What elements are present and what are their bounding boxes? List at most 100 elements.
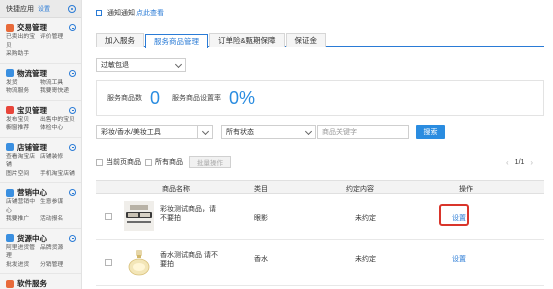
- sidebar-link[interactable]: 物流服务: [6, 87, 40, 96]
- sidebar-group-label: 营销中心: [17, 188, 47, 197]
- column-header-name: 商品名称: [162, 186, 190, 193]
- chevron-down-icon: [174, 60, 183, 69]
- settings-icon[interactable]: [68, 5, 76, 13]
- product-name[interactable]: 彩妆测试商品，请不要拍: [160, 205, 220, 223]
- sidebar-link[interactable]: 体检中心: [40, 124, 76, 133]
- sidebar-group-label: 软件服务: [17, 279, 47, 288]
- notice-link[interactable]: 点此查看: [136, 8, 164, 18]
- sidebar-link[interactable]: 我要推广: [6, 215, 40, 224]
- service-count-value: 0: [150, 87, 161, 108]
- sidebar-group-software: 软件服务: [0, 274, 81, 289]
- sidebar: 快捷应用 设置 交易管理 已卖出的宝贝 评价管理 采购助手 物流管理 发货 物流…: [0, 0, 82, 289]
- chevron-down-icon: [201, 127, 210, 136]
- sidebar-group-items: 宝贝管理 发布宝贝 出售中的宝贝 橱窗推荐 体检中心: [0, 101, 81, 138]
- sidebar-group-trade: 交易管理 已卖出的宝贝 评价管理 采购助手: [0, 18, 81, 64]
- sidebar-group-label: 交易管理: [17, 23, 47, 32]
- sidebar-link[interactable]: 橱窗推荐: [6, 124, 40, 133]
- tab-deposit[interactable]: 保证金: [285, 33, 327, 47]
- sidebar-header: 快捷应用 设置: [0, 0, 81, 18]
- sidebar-link[interactable]: 图片空间: [6, 170, 40, 179]
- sidebar-link[interactable]: 已卖出的宝贝: [6, 33, 40, 50]
- expand-icon[interactable]: [69, 106, 76, 114]
- tab-order-insurance[interactable]: 订单险&甄期保障: [209, 33, 285, 47]
- chevron-left-icon[interactable]: ‹: [506, 158, 509, 167]
- tab-service-goods[interactable]: 服务商品管理: [145, 34, 208, 48]
- page-indicator: 1/1: [514, 159, 525, 166]
- sidebar-link[interactable]: 查看淘宝店铺: [6, 153, 40, 170]
- table-row: 彩妆测试商品，请不要拍 眼影 未约定 设置: [96, 194, 544, 240]
- sidebar-group-marketing: 营销中心 店铺营销中心 生意参谋 我要推广 活动报名: [0, 183, 81, 229]
- sidebar-link[interactable]: 分销管理: [40, 261, 76, 270]
- all-goods-label: 所有商品: [155, 159, 183, 166]
- expand-icon[interactable]: [69, 234, 76, 242]
- category-select[interactable]: 彩妆/香水/美妆工具: [96, 125, 213, 139]
- sidebar-link[interactable]: 评价管理: [40, 33, 76, 50]
- pagination: ‹ 1/1 ›: [506, 158, 533, 167]
- row-checkbox[interactable]: [105, 213, 112, 220]
- shop-icon: [6, 143, 14, 151]
- notice-icon: [96, 10, 102, 16]
- product-category: 香水: [254, 256, 268, 263]
- sidebar-link[interactable]: 活动报名: [40, 215, 76, 224]
- expand-icon[interactable]: [69, 69, 76, 77]
- sidebar-link[interactable]: 店铺装修: [40, 153, 76, 170]
- chevron-right-icon[interactable]: ›: [530, 158, 533, 167]
- expand-icon[interactable]: [69, 24, 76, 31]
- search-button[interactable]: 搜索: [416, 125, 445, 139]
- service-count-label: 服务商品数: [107, 95, 142, 102]
- stats-panel: 服务商品数 0 服务商品设置率 0%: [96, 80, 544, 116]
- sidebar-link[interactable]: 出售中的宝贝: [40, 116, 76, 125]
- select-divider: [197, 126, 198, 138]
- agreement-status: 未约定: [355, 256, 376, 263]
- sidebar-group-shop: 店铺管理 查看淘宝店铺 店铺装修 图片空间 手机淘宝店铺: [0, 138, 81, 183]
- sidebar-link[interactable]: 发货: [6, 79, 40, 88]
- service-select[interactable]: 过敏包退: [96, 58, 186, 72]
- sidebar-link[interactable]: 生意参谋: [40, 198, 76, 215]
- tab-bar: 加入服务 服务商品管理 订单险&甄期保障 保证金: [96, 33, 544, 48]
- batch-action-button[interactable]: 批量操作: [189, 156, 231, 168]
- sidebar-group-label: 店铺管理: [17, 142, 47, 152]
- notice-text: 通知通知: [107, 10, 135, 17]
- category-select-value: 彩妆/香水/美妆工具: [101, 129, 161, 136]
- column-header-category: 类目: [254, 186, 268, 193]
- box-icon: [6, 234, 14, 242]
- product-thumbnail-perfume: [124, 247, 154, 277]
- sidebar-link[interactable]: 店铺营销中心: [6, 198, 40, 215]
- service-rate-value: 0%: [229, 87, 256, 108]
- product-thumbnail-makeup: [124, 201, 154, 231]
- status-select[interactable]: 所有状态: [221, 125, 316, 139]
- sidebar-link[interactable]: 我要寄快递: [40, 87, 76, 96]
- sidebar-link[interactable]: 手机淘宝店铺: [40, 170, 76, 179]
- trade-icon: [6, 23, 14, 32]
- expand-icon[interactable]: [69, 143, 76, 151]
- sidebar-link[interactable]: 采购助手: [6, 50, 40, 59]
- all-goods-checkbox[interactable]: [145, 158, 152, 166]
- agreement-status: 未约定: [355, 215, 376, 222]
- main-content: 通知通知 点此查看 加入服务 服务商品管理 订单险&甄期保障 保证金 过敏包退 …: [88, 0, 553, 289]
- sidebar-group-logistics: 物流管理 发货 物流工具 物流服务 我要寄快递: [0, 64, 81, 101]
- sidebar-group-label: 货源中心: [17, 233, 47, 243]
- sidebar-group-title[interactable]: 软件服务: [6, 278, 81, 289]
- sidebar-link[interactable]: 批发进货: [6, 261, 40, 270]
- settings-link[interactable]: 设置: [452, 254, 466, 264]
- keyword-placeholder: 商品关键字: [322, 129, 357, 136]
- chevron-down-icon: [304, 127, 313, 136]
- tab-join-service[interactable]: 加入服务: [96, 33, 144, 47]
- sidebar-link[interactable]: 品牌货源: [40, 244, 76, 261]
- sidebar-title: 快捷应用: [6, 5, 34, 13]
- keyword-input[interactable]: 商品关键字: [317, 125, 409, 139]
- table-row: 香水测试商品 请不要拍 香水 未约定 设置: [96, 240, 544, 286]
- sidebar-link[interactable]: 物流工具: [40, 79, 76, 88]
- sidebar-settings-link[interactable]: 设置: [38, 4, 50, 13]
- column-header-action: 操作: [459, 186, 473, 193]
- notice-bar: 通知通知 点此查看: [96, 8, 164, 18]
- status-select-value: 所有状态: [226, 129, 254, 136]
- tag-icon: [6, 106, 14, 114]
- sidebar-group-label: 物流管理: [17, 68, 47, 78]
- sidebar-link[interactable]: 发布宝贝: [6, 116, 40, 125]
- current-page-checkbox[interactable]: [96, 158, 103, 166]
- row-checkbox[interactable]: [105, 259, 112, 266]
- expand-icon[interactable]: [69, 189, 76, 196]
- sidebar-link[interactable]: 阿里进货管理: [6, 244, 40, 261]
- product-name[interactable]: 香水测试商品 请不要拍: [160, 251, 220, 269]
